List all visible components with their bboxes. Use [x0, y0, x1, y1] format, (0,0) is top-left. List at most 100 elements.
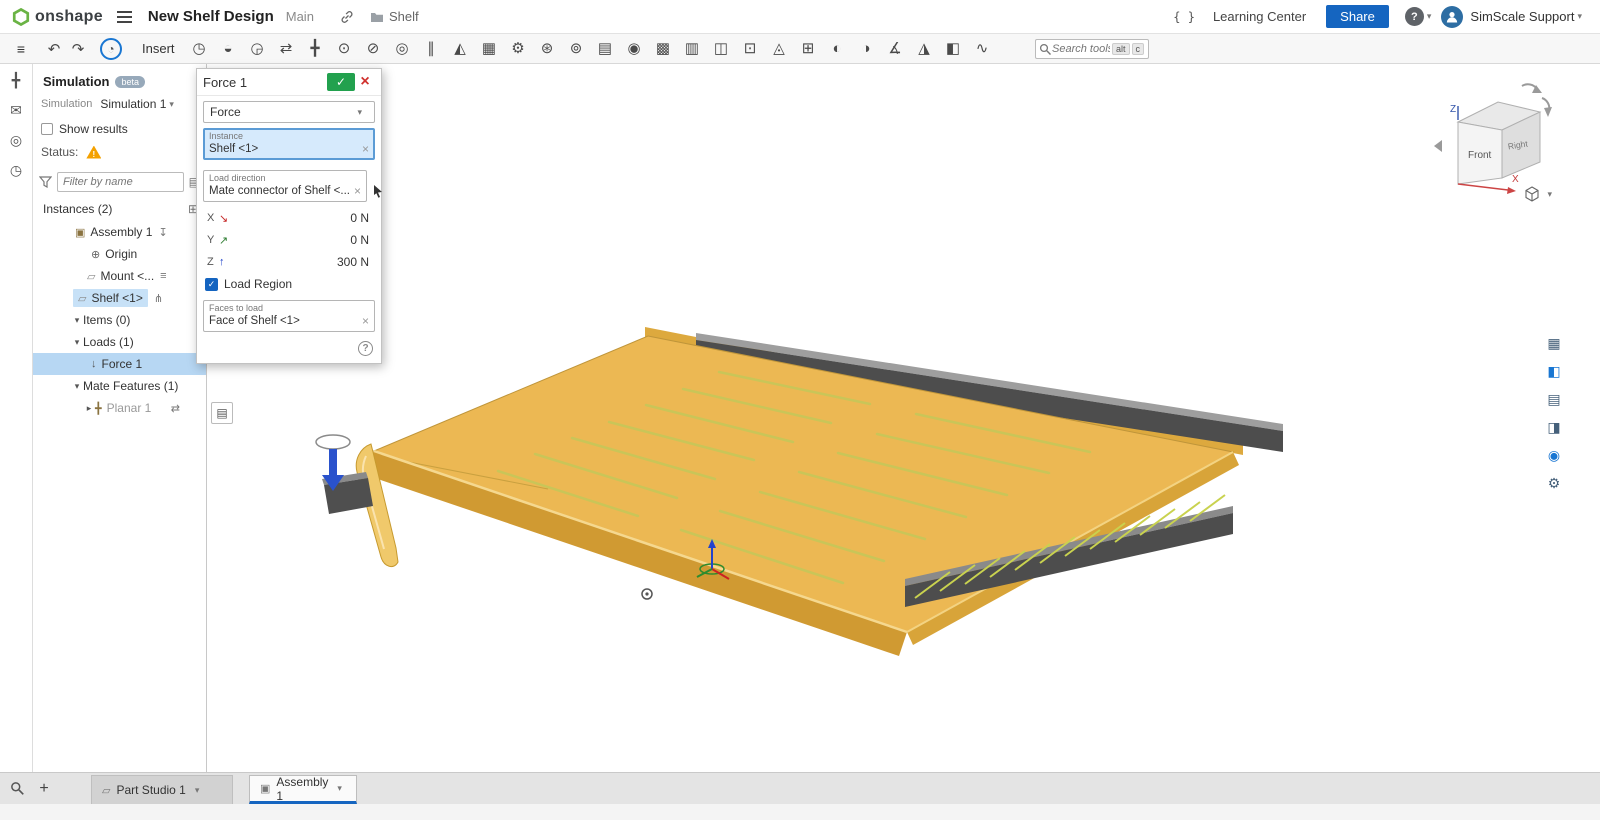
section-items[interactable]: ▾ Items (0) [33, 309, 206, 331]
simulation-setup-icon[interactable]: ╋ [3, 68, 29, 92]
ball-mate-icon[interactable]: ◎ [392, 35, 413, 63]
loads-caret-icon[interactable]: ▾ [71, 337, 83, 348]
faces-to-load-field[interactable]: Faces to load Face of Shelf <1> [203, 300, 375, 332]
force-x-value[interactable]: 0 N [235, 211, 369, 225]
simulation-study-icon[interactable]: ∿ [972, 35, 993, 63]
tree-item-planar[interactable]: ▸ ╋ Planar 1 ⇄ [33, 397, 206, 419]
tree-item-force[interactable]: ↓ Force 1 [33, 353, 206, 375]
inspect-icon[interactable]: ◎ [3, 128, 29, 152]
tab-assembly[interactable]: ▣ Assembly 1 [249, 775, 357, 804]
standard-content-icon[interactable]: ▥ [682, 35, 703, 63]
rail-icon[interactable]: ≡ [160, 270, 166, 282]
mate-features-caret-icon[interactable]: ▾ [71, 381, 83, 392]
planar-caret-icon[interactable]: ▸ [83, 403, 95, 414]
dialog-help-icon[interactable]: ? [358, 341, 373, 356]
bom-table-panel-icon[interactable]: ▦ [1541, 330, 1567, 356]
document-title[interactable]: New Shelf Design [148, 8, 274, 25]
group-icon[interactable]: ▦ [479, 35, 500, 63]
force-y-value[interactable]: 0 N [235, 233, 369, 247]
confirm-button[interactable] [327, 73, 355, 91]
learning-center-link[interactable]: Learning Center [1213, 9, 1306, 24]
3d-viewport[interactable]: Front Right Z X ▤ [207, 64, 1600, 772]
faces-to-load-value[interactable]: Face of Shelf <1> [209, 315, 358, 327]
tree-item-origin[interactable]: ⊕ Origin [33, 243, 206, 265]
pin-slot-mate-icon[interactable]: ⊘ [363, 35, 384, 63]
view-options-button[interactable] [1524, 186, 1558, 202]
appearance-icon[interactable]: ◑ [856, 35, 877, 63]
display-states-icon[interactable]: ◐ [827, 35, 848, 63]
replicate-icon[interactable]: ▩ [653, 35, 674, 63]
revolute-mate-icon[interactable]: ◶ [247, 35, 268, 63]
user-avatar[interactable] [1441, 5, 1464, 28]
display-states-panel-icon[interactable]: ◨ [1541, 414, 1567, 440]
instance-field[interactable]: Instance Shelf <1> [203, 128, 375, 160]
share-button[interactable]: Share [1326, 5, 1389, 28]
circular-pattern-icon[interactable]: ◉ [624, 35, 645, 63]
fixed-anchor-icon[interactable]: ↧ [158, 226, 167, 239]
slider-limits-icon[interactable]: ⇄ [171, 402, 180, 415]
tangent-mate-icon[interactable]: ◭ [450, 35, 471, 63]
load-direction-value[interactable]: Mate connector of Shelf <... [209, 185, 350, 197]
active-study-tool-icon[interactable]: ◔ [100, 37, 122, 60]
load-region-row[interactable]: Load Region [197, 273, 381, 295]
clear-faces-icon[interactable] [362, 314, 369, 328]
pick-direction-button[interactable] [371, 181, 385, 201]
add-tab-button[interactable]: + [33, 778, 55, 800]
mate-connector-point[interactable] [641, 588, 653, 600]
insert-frame-icon[interactable]: ◫ [711, 35, 732, 63]
section-loads[interactable]: ▾ Loads (1) [33, 331, 206, 353]
mate-icon[interactable]: ⋔ [154, 292, 163, 305]
named-positions-icon[interactable]: ⊞ [798, 35, 819, 63]
share-link-icon[interactable] [340, 10, 354, 24]
model-tree-icon[interactable]: ≡ [8, 41, 34, 57]
load-type-select[interactable]: Force [203, 101, 375, 123]
screw-relation-icon[interactable]: ⊚ [566, 35, 587, 63]
parallel-mate-icon[interactable]: ∥ [421, 35, 442, 63]
filter-input[interactable] [57, 172, 184, 192]
clear-instance-icon[interactable] [362, 142, 369, 156]
assembly-3d-scene[interactable] [207, 64, 1600, 772]
force-y-row[interactable]: Y ↗ 0 N [197, 229, 381, 251]
mate-relations-icon[interactable]: ⚙ [508, 35, 529, 63]
section-mate-features[interactable]: ▾ Mate Features (1) [33, 375, 206, 397]
mass-properties-icon[interactable]: ◮ [914, 35, 935, 63]
onshape-logo[interactable]: onshape [12, 7, 103, 26]
rotate-left-arrow-icon[interactable] [1434, 140, 1442, 152]
workspace-name[interactable]: Main [286, 9, 314, 24]
section-view-icon[interactable]: ◧ [943, 35, 964, 63]
fastened-mate-icon[interactable]: ◒ [218, 35, 239, 63]
undo-button[interactable]: ↶ [42, 40, 66, 58]
user-name[interactable]: SimScale Support [1470, 9, 1574, 24]
named-views-panel-icon[interactable]: ▤ [1541, 386, 1567, 412]
comments-icon[interactable]: ✉ [3, 98, 29, 122]
force-x-row[interactable]: X ↘ 0 N [197, 207, 381, 229]
load-region-checkbox[interactable] [205, 277, 218, 291]
snapshot-icon[interactable]: ⊡ [740, 35, 761, 63]
document-folder[interactable]: Shelf [370, 9, 419, 24]
gear-relation-icon[interactable]: ⊛ [537, 35, 558, 63]
mate-list-toggle-button[interactable]: ▤ [211, 402, 233, 424]
cylindrical-mate-icon[interactable]: ⊙ [334, 35, 355, 63]
measure-icon[interactable]: ∡ [885, 35, 906, 63]
cancel-button[interactable] [355, 73, 375, 91]
simulation-value[interactable]: Simulation 1 [100, 97, 166, 111]
simulation-results-panel-icon[interactable]: ◉ [1541, 442, 1567, 468]
instance-field-value[interactable]: Shelf <1> [209, 143, 358, 155]
exploded-view-icon[interactable]: ◬ [769, 35, 790, 63]
search-tools-input[interactable] [1052, 43, 1110, 55]
clear-direction-icon[interactable] [354, 184, 361, 198]
force-z-row[interactable]: Z ↑ 300 N [197, 251, 381, 273]
featurescript-icon[interactable] [1173, 10, 1195, 24]
panel-settings-icon[interactable]: ⚙ [1541, 470, 1567, 496]
slider-mate-icon[interactable]: ⇄ [276, 35, 297, 63]
tab-part-studio[interactable]: ▱ Part Studio 1 [91, 775, 233, 804]
items-caret-icon[interactable]: ▾ [71, 315, 83, 326]
assembly-tab-caret-icon[interactable] [337, 783, 342, 794]
configurations-panel-icon[interactable]: ◧ [1541, 358, 1567, 384]
bottom-scroll-strip[interactable] [0, 804, 1600, 820]
redo-button[interactable]: ↷ [66, 40, 90, 58]
instances-header-row[interactable]: Instances (2) ⊞ [33, 197, 206, 221]
search-tabs-icon[interactable] [10, 781, 25, 796]
load-direction-field[interactable]: Load direction Mate connector of Shelf <… [203, 170, 367, 202]
search-tools-box[interactable]: alt c [1035, 39, 1149, 59]
